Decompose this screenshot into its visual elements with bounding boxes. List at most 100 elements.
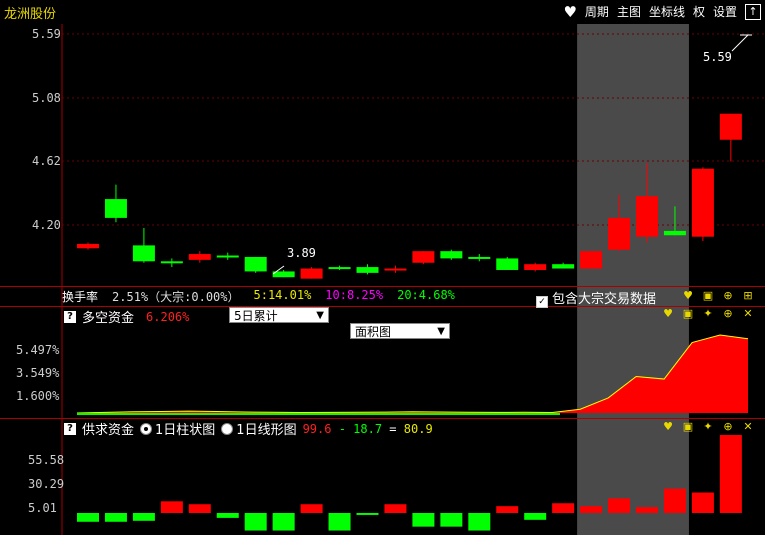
zoom-icon[interactable]: ⊕ (721, 308, 735, 320)
candle-body-4 (188, 254, 211, 260)
zoom-icon[interactable]: ⊕ (721, 421, 735, 433)
supply-bar-11 (384, 504, 407, 513)
p3-ylabel-2: 30.29 (28, 477, 65, 491)
help-icon[interactable]: ? (64, 422, 76, 435)
heart-icon[interactable]: ♥ (661, 421, 675, 433)
candle-body-21 (663, 230, 686, 236)
close-icon[interactable]: ✕ (741, 308, 755, 320)
supply-bar-20 (636, 507, 658, 513)
panel3-icons: ♥ ▣ ✦ ⊕ ✕ (661, 421, 755, 433)
candle-body-20 (636, 196, 658, 237)
save-icon[interactable]: ▣ (701, 290, 715, 302)
panel2-title: 多空资金 (82, 311, 135, 326)
candle-body-23 (719, 113, 742, 140)
turnover-10: 10:8.25% (325, 288, 384, 302)
panel2-icons: ♥ ▣ ✦ ⊕ ✕ (661, 308, 755, 320)
pin-icon[interactable]: ✦ (701, 421, 715, 433)
candle-body-5 (216, 255, 239, 258)
candle-body-17 (552, 264, 575, 269)
supply-bar-18 (580, 506, 603, 513)
supply-bar-6 (244, 513, 267, 531)
supply-bar-10 (356, 513, 379, 515)
candle-body-6 (244, 256, 267, 272)
supply-bar-12 (412, 513, 435, 527)
candle-body-9 (328, 267, 351, 270)
turnover-20: 20:4.68% (397, 288, 455, 302)
radio-bar-chart[interactable]: 1日柱状图 (140, 419, 215, 438)
high-pointer-line (731, 34, 749, 52)
selection-highlight (577, 24, 689, 535)
price-ylabel-1: 5.59 (32, 27, 61, 41)
p2-ylabel-3: 1.600% (16, 389, 60, 403)
chevron-down-icon: ▼ (316, 310, 324, 321)
low-annotation: 3.89 (287, 246, 316, 260)
supply-bar-5 (216, 513, 239, 518)
radio-line-chart[interactable]: 1日线形图 (221, 419, 297, 438)
panel3-header: ? 供求资金 1日柱状图 1日线形图 99.6 - 18.7 = 80.9 (64, 419, 433, 438)
high-annotation: 5.59 (703, 50, 732, 64)
chart-canvas[interactable] (0, 0, 765, 535)
candle-body-2 (132, 245, 155, 262)
chevron-down-icon: ▼ (437, 326, 445, 337)
turnover-info-bar: 换手率 2.51%（大宗:0.00%） 5:14.01% 10:8.25% 20… (62, 288, 455, 305)
checkbox-icon[interactable]: ✓ (536, 296, 548, 308)
supply-bar-9 (328, 513, 351, 531)
zoom-icon[interactable]: ⊕ (721, 290, 735, 302)
candle-body-3 (160, 261, 183, 264)
block-trade-checkbox[interactable]: ✓ 包含大宗交易数据 (536, 288, 656, 308)
candle-body-13 (440, 251, 463, 259)
accumulation-select[interactable]: 5日累计 ▼ (229, 307, 329, 323)
candle-body-15 (496, 258, 519, 270)
supply-bar-13 (440, 513, 463, 527)
help-icon[interactable]: ? (64, 310, 76, 323)
chart-type-select-value: 面积图 (355, 325, 392, 339)
price-ylabel-2: 5.08 (32, 91, 61, 105)
candle-body-12 (412, 251, 435, 263)
panel1-icons: ♥ ▣ ⊕ ⊞ (681, 290, 755, 302)
save-icon[interactable]: ▣ (681, 308, 695, 320)
candle-body-11 (384, 268, 407, 271)
pin-icon[interactable]: ✦ (701, 308, 715, 320)
chart-type-select[interactable]: 面积图 ▼ (350, 323, 450, 339)
candle-body-19 (608, 217, 631, 250)
radio-selected-icon[interactable] (140, 423, 153, 435)
close-icon[interactable]: ✕ (741, 421, 755, 433)
supply-bar-17 (552, 503, 575, 513)
turnover-5: 5:14.01% (253, 288, 312, 302)
candle-body-22 (691, 168, 714, 237)
turnover-label: 换手率 (62, 290, 99, 304)
p3-ylabel-1: 55.58 (28, 453, 65, 467)
accumulation-select-value: 5日累计 (234, 309, 278, 323)
price-ylabel-3: 4.62 (32, 154, 61, 168)
checkbox-label: 包含大宗交易数据 (552, 292, 657, 307)
supply-bar-3 (160, 501, 183, 513)
export-icon[interactable]: ⊞ (741, 290, 755, 302)
supply-bar-15 (496, 506, 519, 513)
candle-body-16 (524, 264, 547, 270)
candle-body-18 (580, 251, 603, 269)
heart-icon[interactable]: ♥ (661, 308, 675, 320)
panel2-value: 6.206% (146, 309, 190, 324)
price-ylabel-4: 4.20 (32, 218, 61, 232)
candle-body-1 (104, 199, 127, 218)
save-icon[interactable]: ▣ (681, 421, 695, 433)
supply-bar-22 (691, 492, 714, 513)
supply-bar-7 (272, 513, 295, 531)
p3-ylabel-3: 5.01 (28, 501, 57, 515)
separator-1 (0, 286, 765, 287)
candle-body-14 (468, 256, 491, 259)
panel3-title: 供求资金 (82, 423, 135, 438)
panel2-header: ? 多空资金 6.206% (64, 307, 189, 326)
supply-bar-23 (719, 435, 742, 513)
supply-bar-4 (188, 504, 211, 513)
supply-demand-formula: 99.6 - 18.7 = 80.9 (302, 421, 433, 436)
p2-ylabel-1: 5.497% (16, 343, 60, 357)
supply-bar-1 (104, 513, 127, 522)
p2-ylabel-2: 3.549% (16, 366, 60, 380)
supply-bar-19 (608, 498, 631, 513)
radio-unselected-icon[interactable] (221, 423, 234, 435)
supply-bar-14 (468, 513, 491, 531)
heart-icon[interactable]: ♥ (681, 290, 695, 302)
supply-bar-8 (300, 504, 323, 513)
supply-bar-2 (132, 513, 155, 521)
